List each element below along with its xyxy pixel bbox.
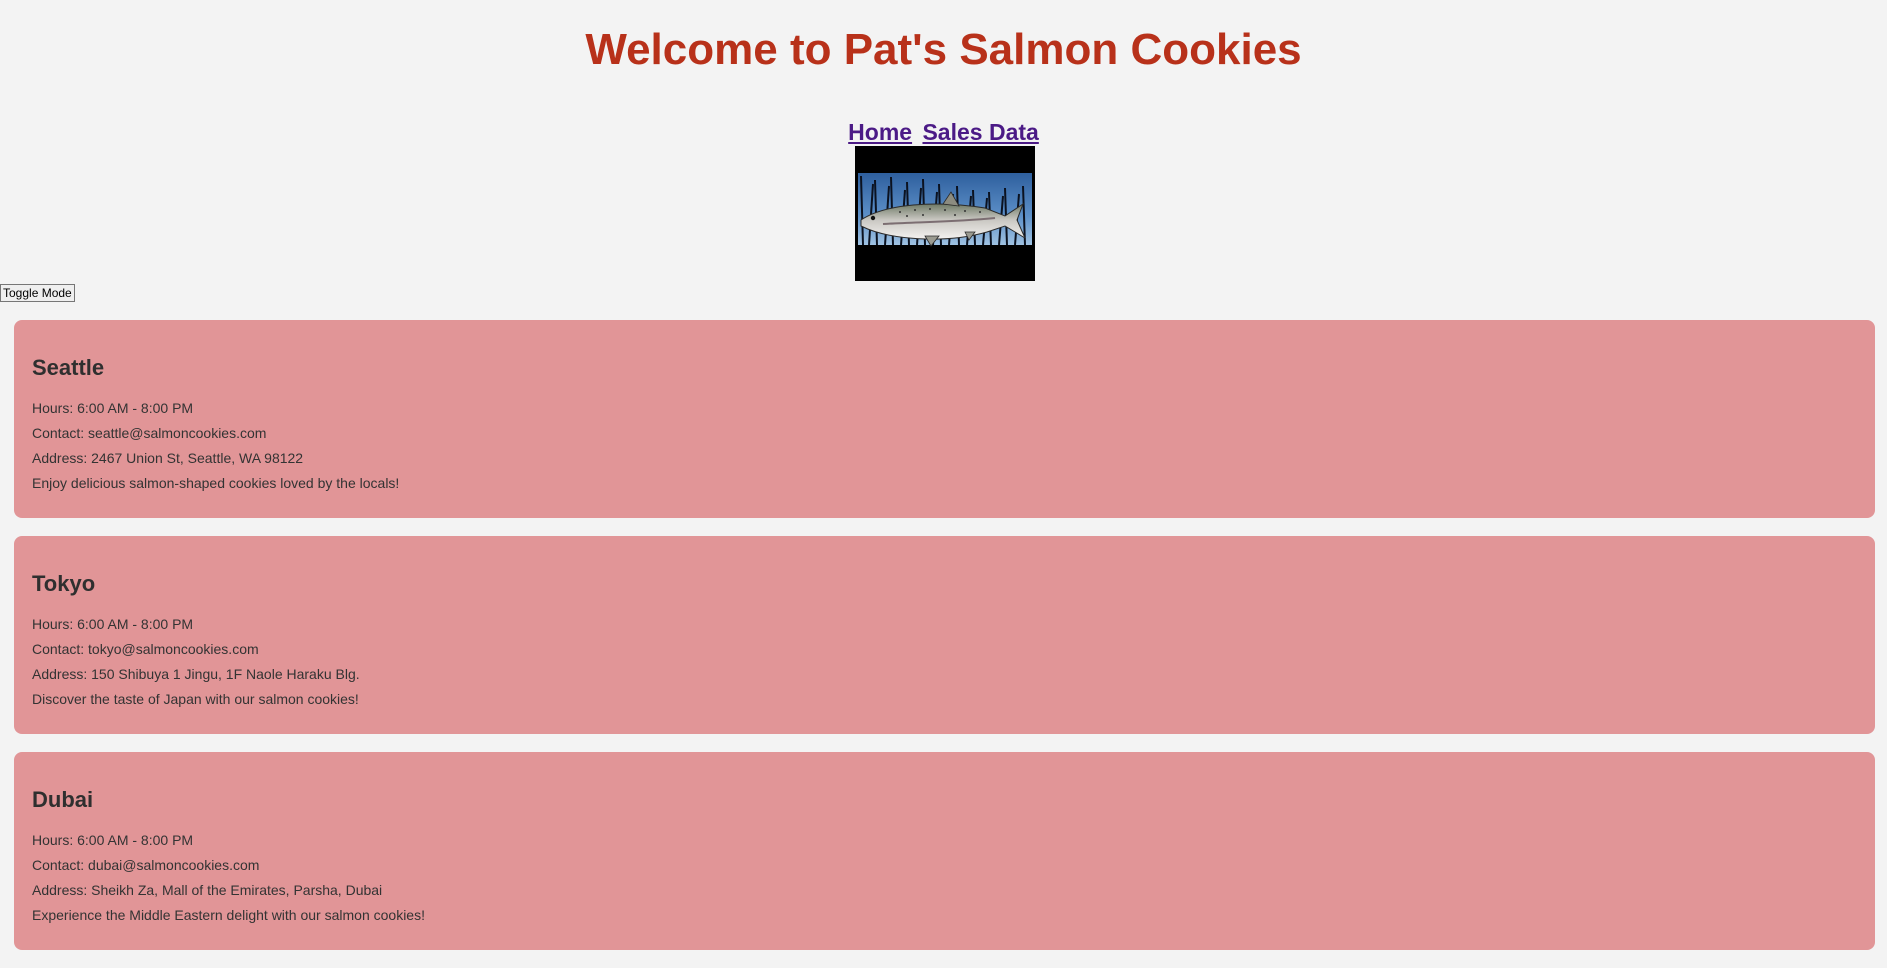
store-hours: Hours: 6:00 AM - 8:00 PM [32,616,194,632]
store-card-tokyo: Tokyo Hours: 6:00 AM - 8:00 PM Contact: … [14,536,1875,734]
store-address: Address: 2467 Union St, Seattle, WA 9812… [32,450,304,466]
store-card-dubai: Dubai Hours: 6:00 AM - 8:00 PM Contact: … [14,752,1875,950]
toggle-mode-button[interactable]: Toggle Mode [0,284,75,302]
store-list: Seattle Hours: 6:00 AM - 8:00 PM Contact… [14,320,1875,968]
store-card-seattle: Seattle Hours: 6:00 AM - 8:00 PM Contact… [14,320,1875,518]
main-nav: Home Sales Data [0,118,1887,146]
salmon-hero-image [855,146,1035,281]
store-address: Address: Sheikh Za, Mall of the Emirates… [32,882,383,898]
store-description: Experience the Middle Eastern delight wi… [32,907,425,923]
store-contact: Contact: dubai@salmoncookies.com [32,857,260,873]
nav-link-sales-data[interactable]: Sales Data [922,119,1038,145]
store-contact: Contact: seattle@salmoncookies.com [32,425,267,441]
store-description: Enjoy delicious salmon-shaped cookies lo… [32,475,400,491]
store-hours: Hours: 6:00 AM - 8:00 PM [32,832,194,848]
store-address: Address: 150 Shibuya 1 Jingu, 1F Naole H… [32,666,360,682]
store-description: Discover the taste of Japan with our sal… [32,691,359,707]
store-name: Seattle [32,355,105,380]
store-name: Dubai [32,787,94,812]
nav-link-home[interactable]: Home [848,119,912,145]
store-contact: Contact: tokyo@salmoncookies.com [32,641,259,657]
page-title: Welcome to Pat's Salmon Cookies [585,25,1302,74]
store-hours: Hours: 6:00 AM - 8:00 PM [32,400,194,416]
store-name: Tokyo [32,571,96,596]
